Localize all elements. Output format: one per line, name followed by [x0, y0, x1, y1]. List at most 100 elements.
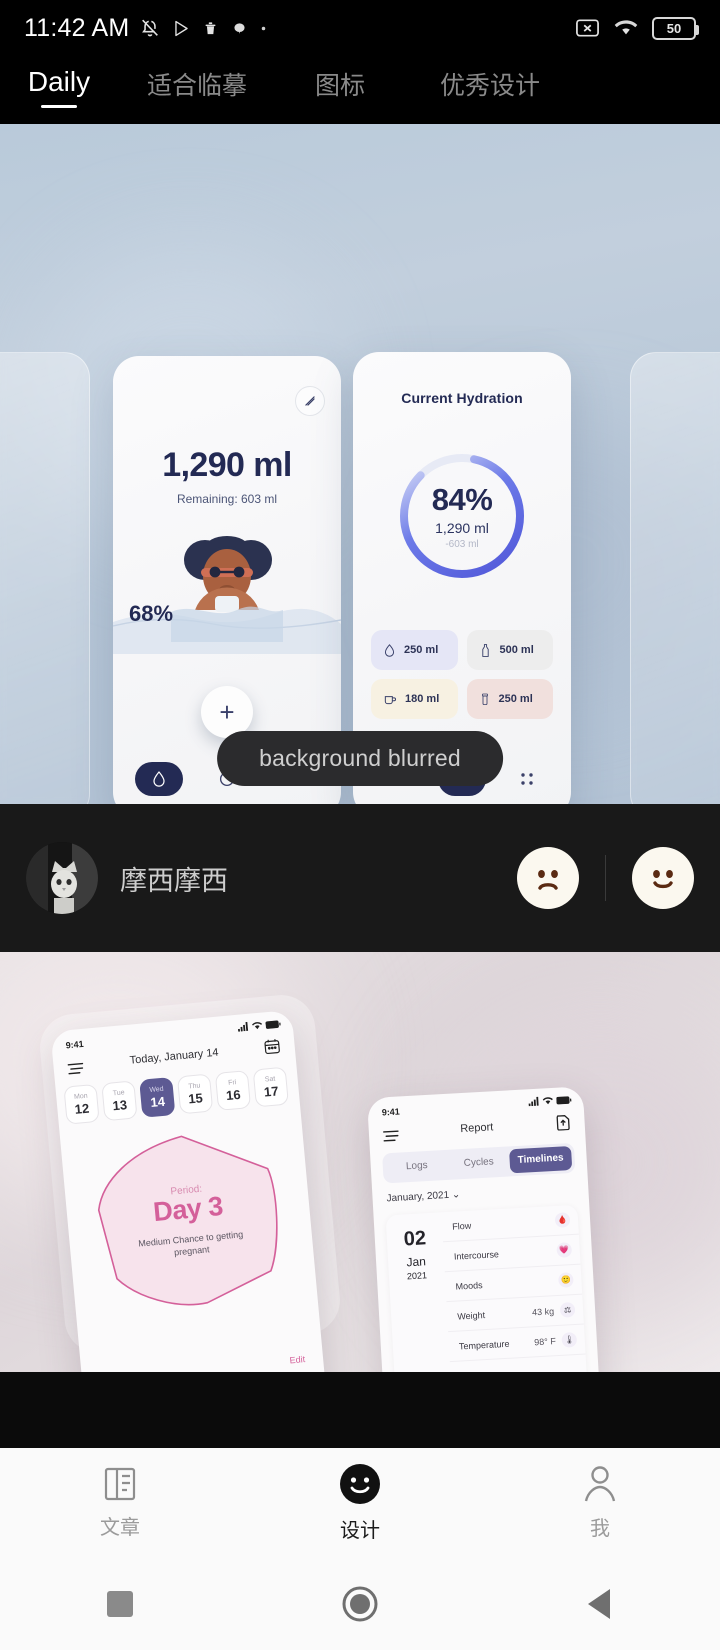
day-selector-row[interactable]: Mon 12 Tue 13 Wed 14 Thu 15 Fri 16 Sat 1…: [63, 1066, 295, 1125]
swimmer-illustration: [171, 524, 283, 644]
weight-icon: ⚖: [559, 1302, 576, 1318]
water-remaining: Remaining: 603 ml: [176, 492, 278, 506]
grid-dots-icon[interactable]: [503, 762, 551, 796]
sad-face-reaction[interactable]: [517, 847, 579, 909]
export-document-icon[interactable]: [555, 1113, 571, 1136]
edit-link[interactable]: Edit: [289, 1354, 305, 1365]
post-hydration-image[interactable]: 1,290 ml Remaining: 603 ml 68% + Current…: [0, 124, 720, 804]
hydration-percent-left: 68%: [129, 601, 174, 626]
happy-face-reaction[interactable]: [632, 847, 694, 909]
status-left-icons: [139, 17, 267, 39]
period-status-hexagon[interactable]: Period: Day 3 Medium Chance to getting p…: [82, 1123, 295, 1318]
side-card-left: [0, 352, 90, 804]
system-nav-bar[interactable]: [0, 1558, 720, 1650]
day-weekday: Sat: [264, 1075, 276, 1084]
quick-add-label: 250 ml: [404, 644, 439, 656]
quick-add-500-bottle[interactable]: 500 ml: [466, 630, 553, 670]
status-time: 11:42 AM: [24, 13, 130, 42]
day-pill[interactable]: Sat 17: [252, 1066, 289, 1108]
chevron-down-icon: ⌄: [451, 1189, 461, 1201]
tab-daily[interactable]: Daily: [0, 66, 118, 108]
bottom-nav-label: 设计: [340, 1520, 380, 1542]
day-pill[interactable]: Tue 13: [101, 1080, 138, 1122]
trash-icon: [202, 20, 219, 37]
period-note: Medium Chance to getting pregnant: [137, 1229, 244, 1258]
author-name[interactable]: 摩西摩西: [120, 859, 228, 898]
quick-add-grid[interactable]: 250 ml 500 ml 180 ml 250 ml: [371, 630, 553, 719]
quick-add-250-water[interactable]: 250 ml: [371, 630, 458, 670]
top-tab-bar[interactable]: Daily 适合临摹 图标 优秀设计: [0, 56, 720, 124]
report-tab-row[interactable]: Logs Cycles Timelines: [382, 1142, 576, 1184]
signal-icon: [237, 1021, 249, 1032]
quick-add-250-tumbler[interactable]: 250 ml: [466, 679, 553, 719]
post-period-tracker-image[interactable]: 9:41 Today, January 14 Mon 12 Tue 13 Wed…: [0, 952, 720, 1372]
back-triangle-button[interactable]: [480, 1587, 720, 1621]
day-pill[interactable]: Thu 15: [176, 1073, 214, 1115]
app-screen: 11:42 AM 50 Daily 适合临摹 图标 优秀设计 1,290 ml …: [0, 0, 720, 1650]
tab-suitable-copy[interactable]: 适合临摹: [118, 66, 276, 112]
quick-add-180-cup[interactable]: 180 ml: [371, 679, 458, 719]
hydration-percent: 84%: [431, 482, 493, 517]
day-number: 16: [225, 1086, 242, 1103]
recents-square-button[interactable]: [0, 1588, 240, 1620]
wifi-icon: [613, 17, 639, 39]
droplet-icon[interactable]: [135, 762, 183, 796]
entry-day: 02: [403, 1227, 427, 1251]
signal-icon: [528, 1096, 539, 1107]
home-circle-button[interactable]: [240, 1584, 480, 1624]
bottom-nav-bar[interactable]: 文章 设计 我: [0, 1448, 720, 1558]
period-day: Day 3: [151, 1190, 224, 1227]
calendar-icon[interactable]: [263, 1037, 282, 1060]
report-entry-card[interactable]: 02 Jan 2021 Flow 🩸 Intercourse 💗 Moods 🙂…: [385, 1204, 589, 1372]
report-title: Report: [459, 1121, 494, 1136]
wifi-icon: [252, 1022, 263, 1030]
flow-icon: 🩸: [554, 1212, 571, 1228]
day-number: 13: [111, 1096, 128, 1113]
bottom-nav-articles[interactable]: 文章: [0, 1466, 240, 1540]
day-pill-selected[interactable]: Wed 14: [139, 1076, 176, 1118]
row-label: Intercourse: [453, 1248, 500, 1262]
mock-a-status-icons: [237, 1019, 281, 1032]
avatar[interactable]: [26, 842, 98, 914]
tab-cycles[interactable]: Cycles: [447, 1149, 510, 1176]
battery-percent: 50: [666, 20, 682, 36]
moods-icon: 🙂: [558, 1272, 574, 1288]
reaction-group[interactable]: [517, 847, 694, 909]
month-selector-label: January, 2021: [386, 1189, 450, 1205]
entry-rows: Flow 🩸 Intercourse 💗 Moods 🙂 Weight 43 k…: [441, 1204, 588, 1372]
bottom-nav-design[interactable]: 设计: [240, 1463, 480, 1543]
reaction-divider: [605, 855, 606, 901]
entry-year: 2021: [406, 1270, 428, 1282]
tab-icons[interactable]: 图标: [276, 66, 404, 112]
table-row[interactable]: Temperature 98° F 🌡: [448, 1324, 586, 1363]
period-phone-calendar[interactable]: 9:41 Today, January 14 Mon 12 Tue 13 Wed…: [50, 1009, 328, 1372]
day-weekday: Tue: [112, 1088, 125, 1097]
quick-add-label: 180 ml: [405, 693, 440, 705]
day-pill[interactable]: Mon 12: [63, 1083, 100, 1125]
row-label: Temperature: [458, 1338, 510, 1352]
bottom-nav-me[interactable]: 我: [480, 1465, 720, 1541]
tab-timelines[interactable]: Timelines: [509, 1145, 573, 1174]
bottle-icon: [481, 643, 489, 657]
day-pill[interactable]: Fri 16: [214, 1070, 252, 1111]
edit-pencil-icon[interactable]: [295, 386, 325, 416]
sim-x-icon: [575, 17, 600, 39]
battery-icon: 50: [652, 16, 699, 40]
tumbler-icon: [481, 693, 488, 705]
teacup-icon: [384, 696, 396, 705]
tab-logs[interactable]: Logs: [385, 1153, 448, 1180]
mock-a-status-time: 9:41: [65, 1038, 85, 1051]
current-hydration-title: Current Hydration: [401, 390, 523, 406]
month-selector[interactable]: January, 2021 ⌄: [386, 1189, 460, 1204]
article-icon: [104, 1467, 136, 1501]
row-value: 43 kg: [531, 1305, 555, 1317]
day-weekday: Wed: [149, 1085, 164, 1094]
entry-month: Jan: [406, 1254, 427, 1270]
row-label: Weight: [456, 1309, 486, 1322]
smiley-icon: [340, 1464, 380, 1504]
battery-icon: [265, 1019, 281, 1029]
dot-icon: [260, 25, 267, 32]
tab-excellent-design[interactable]: 优秀设计: [404, 66, 576, 112]
status-bar: 11:42 AM 50: [0, 0, 720, 56]
period-phone-report[interactable]: 9:41 Report Logs Cycles Timelines Januar…: [366, 1086, 602, 1372]
